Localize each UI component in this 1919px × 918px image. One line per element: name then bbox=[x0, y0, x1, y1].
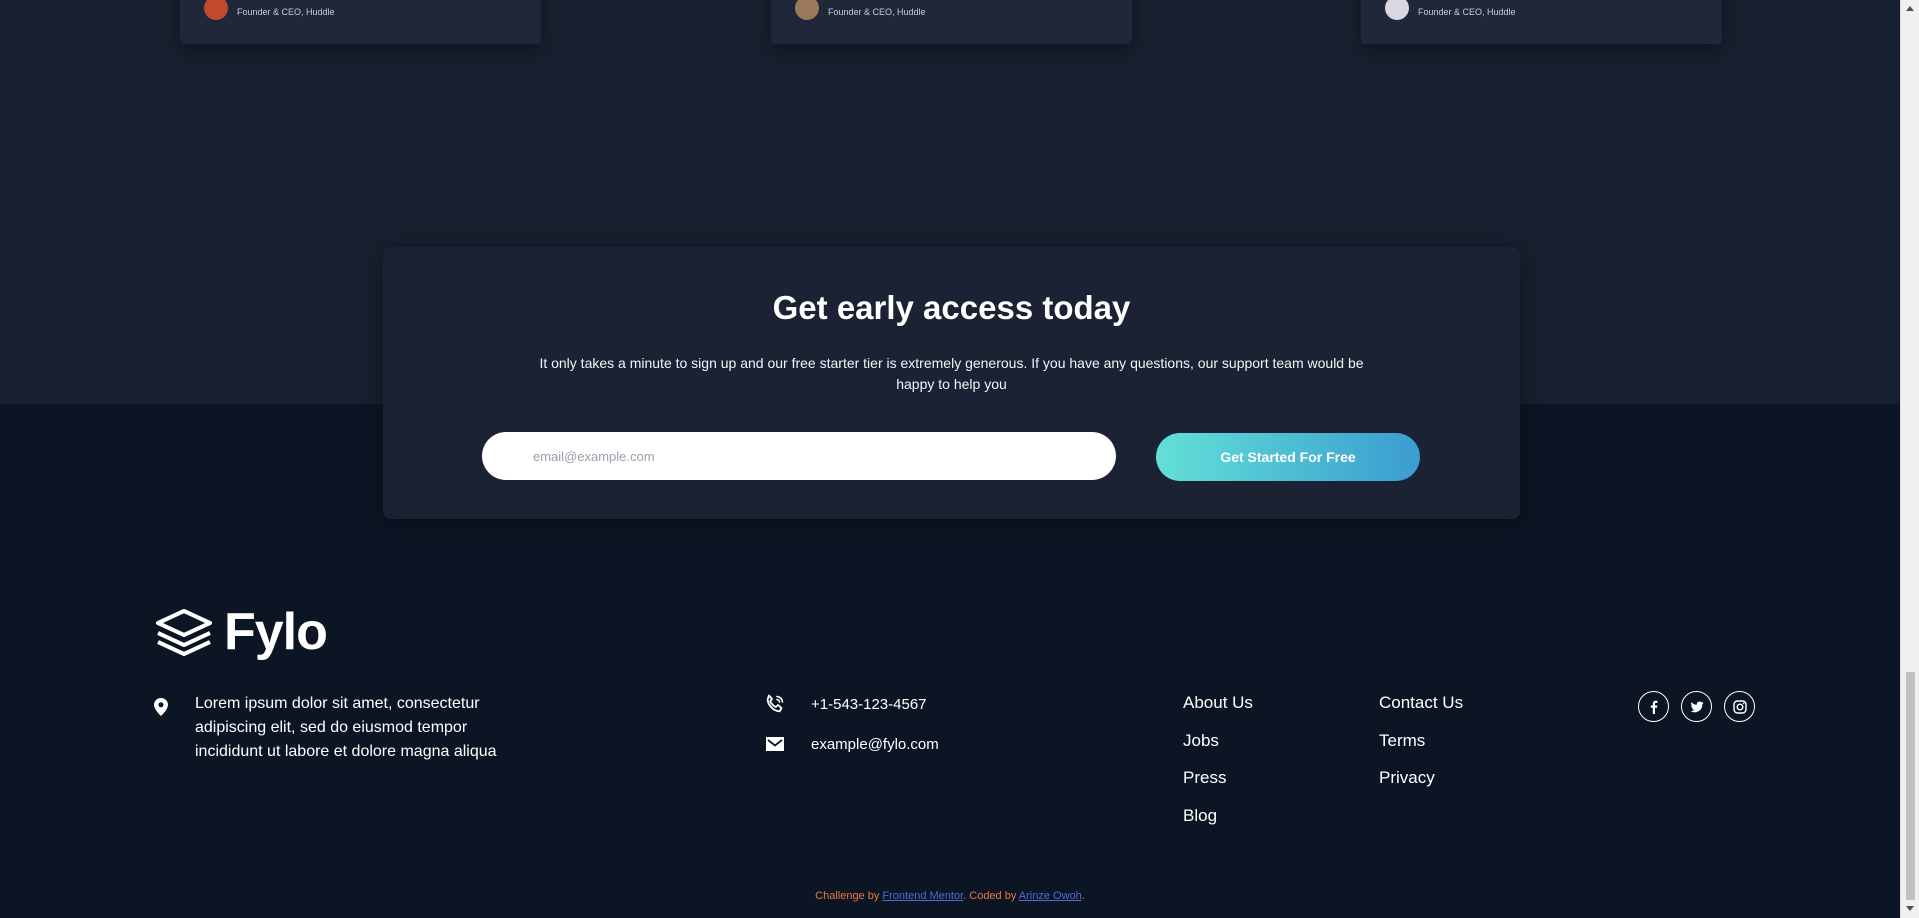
layers-logo-icon bbox=[156, 609, 212, 656]
scroll-up-arrow-icon[interactable] bbox=[1906, 6, 1914, 11]
phone-row[interactable]: +1-543-123-4567 bbox=[765, 694, 927, 714]
phone-icon bbox=[766, 694, 784, 713]
email-input[interactable] bbox=[482, 432, 1116, 480]
instagram-button[interactable] bbox=[1724, 691, 1755, 722]
link-about-us[interactable]: About Us bbox=[1183, 693, 1253, 713]
testimonial-role: Founder & CEO, Huddle bbox=[828, 7, 926, 17]
get-started-button[interactable]: Get Started For Free bbox=[1156, 433, 1420, 481]
link-terms[interactable]: Terms bbox=[1379, 731, 1425, 751]
scroll-down-arrow-icon[interactable] bbox=[1906, 906, 1914, 911]
link-blog[interactable]: Blog bbox=[1183, 806, 1217, 826]
early-access-card: Get early access today It only takes a m… bbox=[383, 247, 1520, 519]
attribution-suffix: . bbox=[1081, 890, 1085, 902]
attribution-middle: . Coded by bbox=[963, 890, 1017, 902]
avatar bbox=[204, 0, 228, 20]
twitter-button[interactable] bbox=[1681, 691, 1712, 722]
link-jobs[interactable]: Jobs bbox=[1183, 731, 1219, 751]
cta-title: Get early access today bbox=[772, 289, 1131, 326]
avatar bbox=[795, 0, 819, 20]
fylo-logo[interactable]: Fylo bbox=[154, 602, 328, 662]
mail-icon bbox=[766, 737, 784, 751]
attribution-prefix: Challenge by bbox=[815, 890, 880, 902]
instagram-icon bbox=[1732, 699, 1747, 714]
link-privacy[interactable]: Privacy bbox=[1379, 768, 1435, 788]
phone-number: +1-543-123-4567 bbox=[811, 695, 927, 713]
twitter-icon bbox=[1690, 701, 1703, 712]
link-contact-us[interactable]: Contact Us bbox=[1379, 693, 1463, 713]
testimonial-card: Founder & CEO, Huddle bbox=[180, 0, 541, 44]
testimonial-role: Founder & CEO, Huddle bbox=[1418, 7, 1516, 17]
testimonial-card: Founder & CEO, Huddle bbox=[771, 0, 1132, 44]
email-row[interactable]: example@fylo.com bbox=[765, 734, 939, 754]
attribution: Challenge by Frontend Mentor. Coded by A… bbox=[0, 890, 1900, 902]
avatar bbox=[1385, 0, 1409, 20]
facebook-icon bbox=[1650, 700, 1657, 714]
email-address: example@fylo.com bbox=[811, 735, 939, 753]
logo-text: Fylo bbox=[224, 603, 328, 661]
author-link[interactable]: Arinze Owoh bbox=[1019, 890, 1082, 902]
cta-description: It only takes a minute to sign up and ou… bbox=[539, 355, 1364, 392]
link-press[interactable]: Press bbox=[1183, 768, 1226, 788]
address-text: Lorem ipsum dolor sit amet, consectetur … bbox=[195, 695, 497, 760]
frontend-mentor-link[interactable]: Frontend Mentor bbox=[882, 890, 963, 902]
scrollbar-thumb[interactable] bbox=[1906, 672, 1915, 900]
page-scrollbar[interactable] bbox=[1900, 0, 1919, 918]
testimonial-role: Founder & CEO, Huddle bbox=[237, 7, 335, 17]
location-icon bbox=[154, 698, 168, 716]
testimonial-card: Founder & CEO, Huddle bbox=[1361, 0, 1722, 44]
facebook-button[interactable] bbox=[1638, 691, 1669, 722]
